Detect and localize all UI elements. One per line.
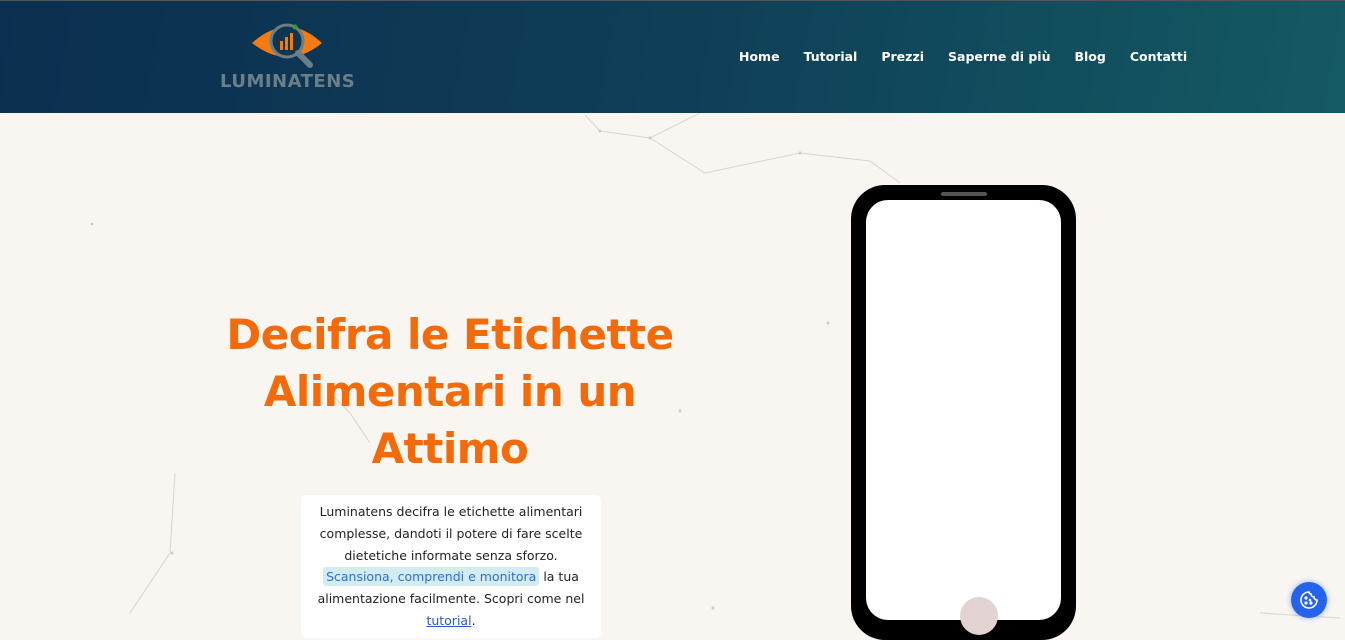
hero-description: Luminatens decifra le etichette alimenta…: [301, 495, 601, 638]
nav-tutorial[interactable]: Tutorial: [804, 49, 858, 64]
nav-blog[interactable]: Blog: [1074, 49, 1105, 64]
eye-magnifier-logo-icon: [252, 23, 322, 68]
highlight-text: Scansiona, comprendi e monitora: [323, 567, 540, 587]
nav-home[interactable]: Home: [739, 49, 780, 64]
nav-saperne[interactable]: Saperne di più: [948, 49, 1050, 64]
phone-home-button: [960, 597, 998, 635]
tutorial-link[interactable]: tutorial: [426, 613, 471, 628]
phone-mockup: [851, 185, 1076, 640]
cookie-icon: [1300, 591, 1318, 609]
main-nav: Home Tutorial Prezzi Saperne di più Blog…: [739, 49, 1187, 64]
nav-prezzi[interactable]: Prezzi: [881, 49, 924, 64]
logo[interactable]: LUMINATENS: [218, 19, 358, 94]
cookie-settings-button[interactable]: [1291, 582, 1327, 618]
nav-contatti[interactable]: Contatti: [1130, 49, 1187, 64]
hero-title: Decifra le Etichette Alimentari in un At…: [226, 310, 674, 473]
phone-speaker: [941, 192, 987, 196]
logo-text: LUMINATENS: [220, 71, 356, 92]
phone-screen: [866, 200, 1061, 635]
site-header: LUMINATENS Home Tutorial Prezzi Saperne …: [0, 0, 1345, 113]
